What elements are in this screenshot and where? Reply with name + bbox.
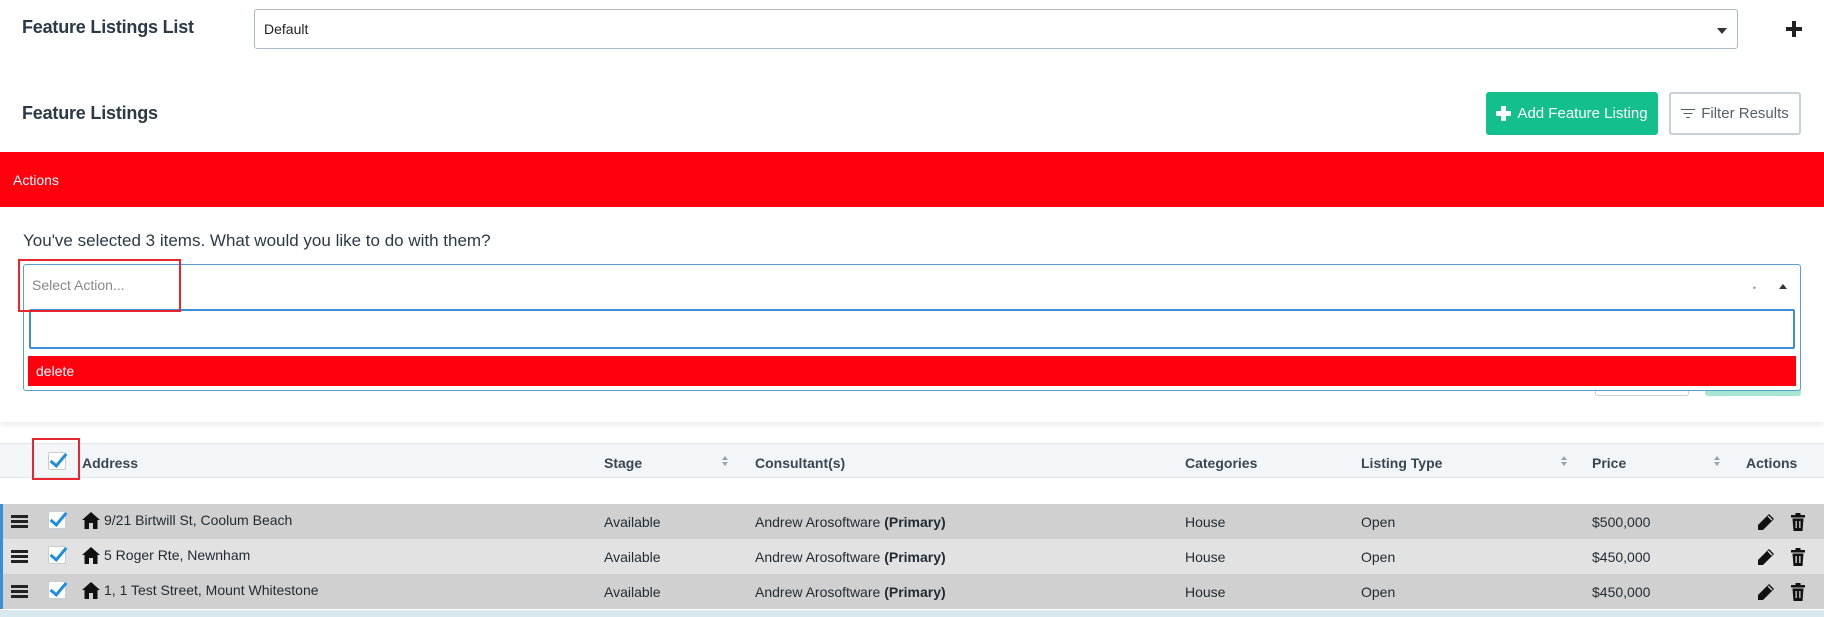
table-row[interactable]: 5 Roger Rte, Newnham Available Andrew Ar…: [0, 539, 1824, 574]
col-address[interactable]: Address: [82, 455, 138, 471]
row-stage: Available: [604, 514, 661, 530]
table-row[interactable]: 9/21 Birtwill St, Coolum Beach Available…: [0, 504, 1824, 539]
table-row[interactable]: 1, 1 Test Street, Mount Whitestone Avail…: [0, 574, 1824, 609]
edit-icon[interactable]: [1757, 513, 1775, 531]
row-indicator: [0, 574, 3, 609]
drag-handle-icon[interactable]: [11, 550, 28, 563]
list-select[interactable]: Default: [254, 9, 1738, 49]
option-delete-label: delete: [36, 363, 75, 379]
consultant-name: Andrew Arosoftware: [755, 549, 881, 565]
row-consultant: Andrew Arosoftware (Primary): [755, 584, 946, 600]
filter-results-button[interactable]: Filter Results: [1669, 92, 1801, 135]
highlight-box-checkbox: [32, 438, 80, 480]
plus-icon: [1496, 106, 1512, 121]
drag-handle-icon[interactable]: [11, 585, 28, 598]
col-actions: Actions: [1746, 455, 1798, 471]
edit-icon[interactable]: [1757, 548, 1775, 566]
add-list-button[interactable]: [1782, 17, 1806, 41]
row-consultant: Andrew Arosoftware (Primary): [755, 549, 946, 565]
row-listing-type: Open: [1361, 549, 1396, 565]
col-price[interactable]: Price: [1592, 455, 1626, 471]
row-address[interactable]: 5 Roger Rte, Newnham: [104, 547, 250, 563]
row-stage: Available: [604, 549, 661, 565]
consultant-role: (Primary): [884, 549, 946, 565]
section-title: Feature Listings: [22, 103, 158, 123]
consultant-name: Andrew Arosoftware: [755, 514, 881, 530]
sort-icon[interactable]: [1714, 456, 1722, 468]
option-delete[interactable]: delete: [28, 356, 1796, 386]
trash-icon[interactable]: [1789, 583, 1807, 601]
row-category: House: [1185, 584, 1226, 600]
add-feature-listing-button[interactable]: Add Feature Listing: [1486, 92, 1658, 135]
home-icon: [82, 512, 100, 529]
row-listing-type: Open: [1361, 514, 1396, 530]
sort-icon[interactable]: [722, 456, 730, 468]
caret-down-icon: [1717, 28, 1727, 34]
col-listing-type[interactable]: Listing Type: [1361, 455, 1442, 471]
clear-icon: •: [1752, 283, 1756, 293]
page-title: Feature Listings List: [22, 17, 194, 37]
action-search-input[interactable]: [29, 309, 1795, 349]
selection-question: You've selected 3 items. What would you …: [23, 231, 491, 250]
filter-icon: [1681, 108, 1696, 119]
trash-icon[interactable]: [1789, 548, 1807, 566]
row-price: $450,000: [1592, 584, 1651, 600]
edit-icon[interactable]: [1757, 583, 1775, 601]
list-select-value: Default: [264, 21, 309, 37]
row-checkbox[interactable]: [48, 581, 66, 599]
caret-up-icon: [1779, 284, 1787, 289]
col-stage[interactable]: Stage: [604, 455, 642, 471]
home-icon: [82, 547, 100, 564]
row-category: House: [1185, 549, 1226, 565]
row-indicator: [0, 504, 3, 539]
trash-icon[interactable]: [1789, 513, 1807, 531]
table-header: Address Stage Consultant(s) Categories L…: [0, 443, 1824, 478]
col-consultants: Consultant(s): [755, 455, 846, 471]
actions-bar-label: Actions: [13, 172, 59, 188]
row-price: $450,000: [1592, 549, 1651, 565]
consultant-name: Andrew Arosoftware: [755, 584, 881, 600]
home-icon: [82, 582, 100, 599]
row-address[interactable]: 1, 1 Test Street, Mount Whitestone: [104, 582, 319, 598]
highlight-box-select: [18, 259, 181, 312]
consultant-role: (Primary): [884, 514, 946, 530]
actions-bar: Actions: [0, 152, 1824, 207]
add-feature-listing-label: Add Feature Listing: [1517, 105, 1648, 122]
row-checkbox[interactable]: [48, 546, 66, 564]
row-consultant: Andrew Arosoftware (Primary): [755, 514, 946, 530]
row-price: $500,000: [1592, 514, 1651, 530]
row-checkbox[interactable]: [48, 511, 66, 529]
filter-results-label: Filter Results: [1701, 105, 1789, 122]
table-footer-strip: [0, 610, 1824, 617]
sort-icon[interactable]: [1561, 456, 1569, 468]
drag-handle-icon[interactable]: [11, 515, 28, 528]
row-stage: Available: [604, 584, 661, 600]
row-listing-type: Open: [1361, 584, 1396, 600]
consultant-role: (Primary): [884, 584, 946, 600]
select-action-dropdown[interactable]: Select Action... •: [23, 264, 1801, 306]
row-address[interactable]: 9/21 Birtwill St, Coolum Beach: [104, 512, 292, 528]
row-indicator: [0, 539, 3, 574]
row-category: House: [1185, 514, 1226, 530]
col-categories: Categories: [1185, 455, 1258, 471]
